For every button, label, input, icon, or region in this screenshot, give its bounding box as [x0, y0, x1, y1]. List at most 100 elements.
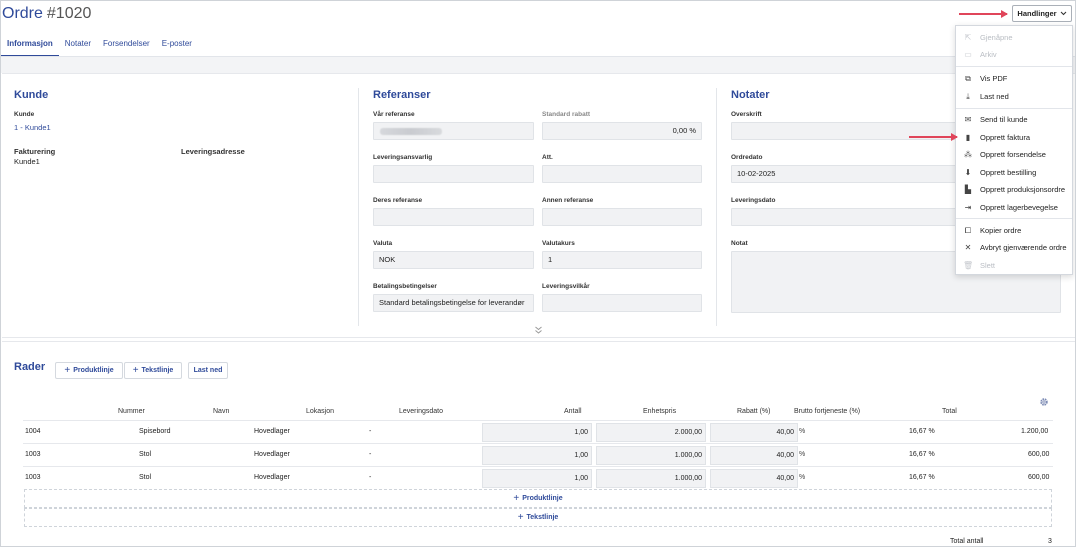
col-lokasjon: Lokasjon — [306, 408, 335, 415]
kunde-section-title: Kunde — [14, 89, 49, 101]
menu-divider — [956, 66, 1072, 67]
add-tekstlinje-button[interactable]: + Tekstlinje — [124, 362, 182, 379]
referanser-section-title: Referanser — [373, 89, 431, 101]
overskrift-label: Overskrift — [731, 111, 762, 118]
rabatt-input[interactable]: 40,00 — [710, 423, 798, 442]
menu-item-opprett-forsendelse[interactable]: ⁂ Opprett forsendelse — [956, 146, 1072, 163]
menu-item-label: Vis PDF — [980, 74, 1008, 83]
tab-forsendelser[interactable]: Forsendelser — [97, 37, 156, 57]
kunde-link[interactable]: 1 - Kunde1 — [14, 123, 51, 132]
menu-item-opprett-faktura[interactable]: ▮ Opprett faktura — [956, 129, 1072, 146]
menu-item-vis-pdf[interactable]: ⧉ Vis PDF — [956, 70, 1072, 87]
fakturering-label: Fakturering — [14, 147, 56, 156]
kunde-label: Kunde — [14, 111, 35, 118]
valuta-label: Valuta — [373, 240, 393, 247]
annen-referanse-label: Annen referanse — [542, 197, 594, 204]
enhetspris-input[interactable]: 1.000,00 — [596, 446, 706, 465]
att-label: Att. — [542, 154, 553, 161]
menu-item-label: Gjenåpne — [980, 33, 1013, 42]
cancel-icon: ✕ — [964, 243, 972, 252]
tab-informasjon[interactable]: Informasjon — [1, 37, 59, 57]
app-window: Ordre #1020 Informasjon Notater Forsendel… — [0, 0, 1076, 547]
antall-input[interactable]: 1,00 — [482, 469, 592, 488]
cell-total: 600,00 — [1028, 474, 1050, 481]
leveringsansvarlig-label: Leveringsansvarlig — [373, 154, 433, 161]
betalingsbetingelser-field[interactable]: Standard betalingsbetingelse for leveran… — [373, 294, 534, 312]
menu-item-opprett-bestilling[interactable]: ⬇ Opprett bestilling — [956, 164, 1072, 181]
menu-item-slett[interactable]: 🗑 Slett — [956, 257, 1072, 274]
actions-dropdown-button[interactable]: Handlinger — [1012, 5, 1072, 22]
leveringsansvarlig-field[interactable] — [373, 165, 534, 183]
table-row[interactable]: 1003 Stol Hovedlager - 1,00 1.000,00 40,… — [23, 466, 1053, 489]
invoice-icon: ▮ — [965, 133, 971, 142]
menu-item-label: Opprett faktura — [980, 133, 1031, 142]
reopen-icon: ⇱ — [964, 33, 972, 42]
shipment-icon: ⁂ — [964, 150, 972, 159]
rabatt-input[interactable]: 40,00 — [710, 469, 798, 488]
valuta-field[interactable]: NOK — [373, 251, 534, 269]
standard-rabatt-field[interactable]: 0,00 % — [542, 122, 702, 140]
antall-input[interactable]: 1,00 — [482, 446, 592, 465]
rabatt-input[interactable]: 40,00 — [710, 446, 798, 465]
annotation-arrow-faktura — [909, 133, 958, 140]
notater-section-title: Notater — [731, 89, 770, 101]
trash-icon: 🗑 — [963, 261, 974, 270]
var-referanse-label: Vår referanse — [373, 111, 415, 118]
menu-item-opprett-produksjonsordre[interactable]: ▙ Opprett produksjonsordre — [956, 181, 1072, 198]
cell-lokasjon: Hovedlager — [254, 428, 290, 435]
table-row[interactable]: 1003 Stol Hovedlager - 1,00 1.000,00 40,… — [23, 443, 1053, 466]
ordredato-label: Ordredato — [731, 154, 763, 161]
expand-chevron-icon[interactable] — [534, 326, 543, 334]
add-tekstlinje-row[interactable]: + Tekstlinje — [24, 508, 1052, 527]
menu-item-kopier-ordre[interactable]: ⧠ Kopier ordre — [956, 222, 1072, 239]
add-produktlinje-row[interactable]: + Produktlinje — [24, 489, 1052, 508]
cell-brutto: 16,67 % — [909, 451, 935, 458]
cell-total: 1.200,00 — [1021, 428, 1049, 435]
download-icon: ⤓ — [966, 91, 970, 101]
fakturering-value: Kunde1 — [14, 157, 40, 166]
var-referanse-field[interactable] — [373, 122, 534, 140]
view-pdf-icon: ⧉ — [965, 73, 971, 83]
page-title-text: Ordre — [2, 5, 43, 22]
cell-leveringsdato: - — [369, 474, 372, 481]
att-field[interactable] — [542, 165, 702, 183]
download-button[interactable]: Last ned — [188, 362, 228, 379]
antall-input[interactable]: 1,00 — [482, 423, 592, 442]
tab-bar: Informasjon Notater Forsendelser E-poste… — [1, 37, 198, 57]
leveringsvilkar-field[interactable] — [542, 294, 702, 312]
menu-item-label: Send til kunde — [980, 115, 1028, 124]
menu-item-opprett-lagerbevegelse[interactable]: ⇥ Opprett lagerbevegelse — [956, 199, 1072, 216]
tab-e-poster[interactable]: E-poster — [156, 37, 198, 57]
leveringsadresse-label: Leveringsadresse — [181, 147, 245, 156]
menu-item-gjenapne[interactable]: ⇱ Gjenåpne — [956, 29, 1072, 46]
cell-lokasjon: Hovedlager — [254, 474, 290, 481]
column-divider — [716, 88, 717, 326]
actions-label: Handlinger — [1017, 9, 1057, 18]
col-leveringsdato: Leveringsdato — [399, 408, 443, 415]
redacted-value — [380, 128, 442, 135]
add-produktlinje-label: Produktlinje — [73, 367, 114, 374]
add-tekstlinje-row-label: Tekstlinje — [526, 514, 559, 521]
notat-label: Notat — [731, 240, 748, 247]
menu-item-arkiv[interactable]: ▭ Arkiv — [956, 46, 1072, 63]
cell-brutto: 16,67 % — [909, 474, 935, 481]
table-row[interactable]: 1004 Spisebord Hovedlager - 1,00 2.000,0… — [23, 420, 1053, 443]
enhetspris-input[interactable]: 2.000,00 — [596, 423, 706, 442]
add-produktlinje-button[interactable]: + Produktlinje — [55, 362, 123, 379]
page-title: Ordre #1020 — [2, 5, 91, 23]
col-enhetspris: Enhetspris — [643, 408, 677, 415]
annen-referanse-field[interactable] — [542, 208, 702, 226]
send-icon: ✉ — [964, 115, 972, 124]
section-spacer — [1, 57, 1075, 73]
tab-notater[interactable]: Notater — [59, 37, 97, 57]
menu-item-avbryt[interactable]: ✕ Avbryt gjenværende ordre — [956, 239, 1072, 256]
deres-referanse-field[interactable] — [373, 208, 534, 226]
deres-referanse-label: Deres referanse — [373, 197, 423, 204]
menu-item-send-til-kunde[interactable]: ✉ Send til kunde — [956, 111, 1072, 128]
order-number: #1020 — [46, 5, 92, 22]
menu-item-label: Arkiv — [980, 50, 997, 59]
gear-icon[interactable] — [1039, 397, 1049, 407]
enhetspris-input[interactable]: 1.000,00 — [596, 469, 706, 488]
menu-item-last-ned[interactable]: ⤓ Last ned — [956, 88, 1072, 105]
valutakurs-field[interactable]: 1 — [542, 251, 702, 269]
